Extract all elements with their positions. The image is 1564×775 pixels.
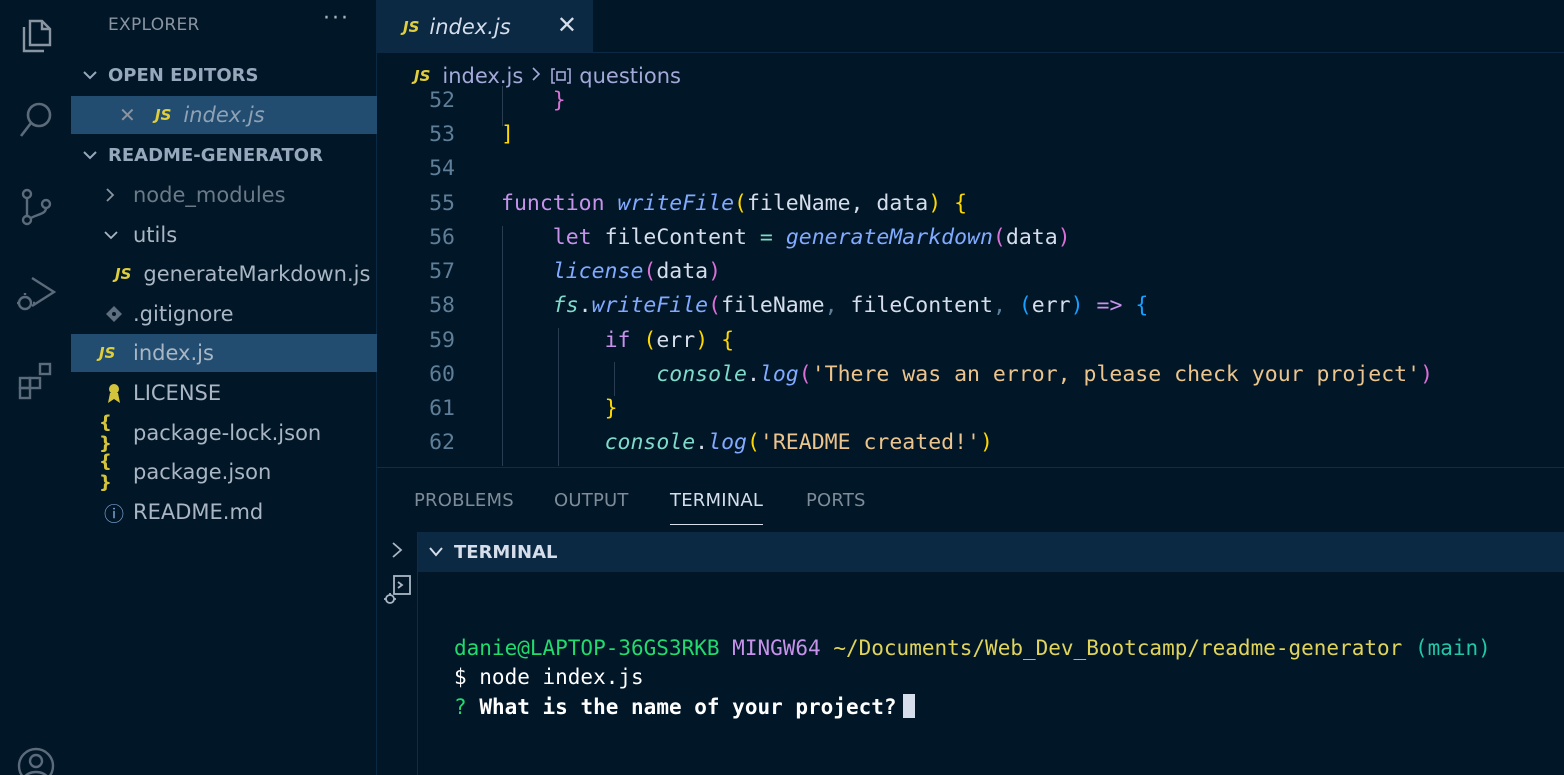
breadcrumb-symbol[interactable]: questions <box>579 64 681 88</box>
terminal-branch: (main) <box>1414 636 1491 660</box>
code-line: function writeFile(fileName, data) { <box>501 191 968 216</box>
tab-terminal[interactable]: TERMINAL <box>670 490 764 525</box>
tree-item-license[interactable]: LICENSE <box>71 374 377 412</box>
chevron-down-icon <box>428 545 444 559</box>
tree-item-package-json[interactable]: { } package.json <box>71 451 377 493</box>
tree-item-node-modules[interactable]: node_modules <box>71 176 377 214</box>
chevron-right-icon[interactable] <box>390 540 404 564</box>
bottom-panel: PROBLEMS OUTPUT TERMINAL PORTS TERMINAL … <box>377 467 1564 775</box>
terminal-question: What is the name of your project? <box>479 695 897 719</box>
tree-item-label: index.js <box>133 341 214 365</box>
terminal-prompt-line: danie@LAPTOP-36GS3RKB MINGW64 ~/Document… <box>454 636 1491 660</box>
more-actions-icon[interactable]: ··· <box>323 6 350 31</box>
chevron-down-icon <box>71 67 108 83</box>
js-file-icon: JS <box>155 106 172 124</box>
terminal-header[interactable]: TERMINAL <box>418 532 1564 572</box>
extensions-icon[interactable] <box>0 350 71 410</box>
code-editor[interactable]: 52 53 54 55 56 57 58 59 60 61 62 } ] fun… <box>377 86 1564 466</box>
js-file-icon: JS <box>99 344 116 362</box>
js-file-icon: JS <box>403 18 420 36</box>
code-line: } <box>552 88 566 113</box>
terminal-cursor <box>902 694 915 718</box>
code-line: ] <box>501 122 514 147</box>
code-line: license(data) <box>552 259 722 284</box>
code-line: console.log('README created!') <box>604 430 993 455</box>
terminal-command: $ node index.js <box>454 665 644 689</box>
tree-item-readme[interactable]: ⓘ README.md <box>71 493 377 531</box>
license-icon <box>99 382 129 404</box>
terminal-title: TERMINAL <box>454 541 558 563</box>
info-icon: ⓘ <box>104 501 124 526</box>
git-icon <box>99 305 129 323</box>
line-number: 61 <box>429 396 455 421</box>
tab-output[interactable]: OUTPUT <box>554 490 629 511</box>
tab-problems[interactable]: PROBLEMS <box>414 490 514 511</box>
tree-item-gitignore[interactable]: .gitignore <box>71 295 377 333</box>
chevron-right-icon <box>531 66 541 87</box>
tree-item-label: node_modules <box>133 183 286 207</box>
code-line: } <box>604 396 618 421</box>
open-editors-section[interactable]: OPEN EDITORS <box>71 56 377 94</box>
terminal-question-line[interactable]: ? What is the name of your project? <box>454 694 915 719</box>
tab-index-js[interactable]: JS index.js ✕ <box>377 0 593 53</box>
tree-item-generate-markdown[interactable]: JS generateMarkdown.js <box>71 255 377 293</box>
js-file-icon: JS <box>115 265 132 283</box>
terminal-path: ~/Documents/Web_Dev_Bootcamp/readme-gene… <box>833 636 1403 660</box>
project-section[interactable]: README-GENERATOR <box>71 136 377 174</box>
tree-item-label: utils <box>133 223 178 247</box>
activity-bar <box>0 0 71 775</box>
tab-label: index.js <box>429 15 511 39</box>
panel-side-rail <box>377 532 418 775</box>
terminal-user-host: danie@LAPTOP-36GS3RKB <box>454 636 720 660</box>
code-line: if (err) { <box>604 328 735 353</box>
open-editor-item[interactable]: ✕ JS index.js <box>71 96 377 134</box>
line-number: 53 <box>429 122 455 147</box>
js-file-icon: JS <box>414 67 431 85</box>
tree-item-label: README.md <box>133 500 264 524</box>
project-label: README-GENERATOR <box>108 144 323 166</box>
code-line: fs.writeFile(fileName, fileContent, (err… <box>552 293 1149 318</box>
open-editor-label: index.js <box>183 103 265 127</box>
chevron-right-icon <box>103 187 133 203</box>
explorer-sidebar: EXPLORER ··· OPEN EDITORS ✕ JS index.js … <box>71 0 377 775</box>
tree-item-label: package.json <box>133 460 272 484</box>
tree-item-package-lock[interactable]: { } package-lock.json <box>71 412 377 454</box>
tree-item-label: LICENSE <box>133 381 222 405</box>
debug-console-icon[interactable] <box>382 574 412 610</box>
json-icon: { } <box>99 451 112 493</box>
chevron-down-icon <box>71 147 108 163</box>
tree-item-utils[interactable]: utils <box>71 216 377 254</box>
symbol-array-icon <box>549 66 573 86</box>
files-icon[interactable] <box>0 5 71 65</box>
terminal-shell: MINGW64 <box>732 636 821 660</box>
close-icon[interactable]: ✕ <box>119 103 141 127</box>
line-number: 60 <box>429 362 455 387</box>
tree-item-label: .gitignore <box>133 302 234 326</box>
account-icon[interactable] <box>0 736 71 775</box>
tree-item-label: package-lock.json <box>133 421 322 445</box>
line-number: 59 <box>429 328 455 353</box>
line-number: 57 <box>429 259 455 284</box>
open-editors-label: OPEN EDITORS <box>108 64 259 86</box>
run-debug-icon[interactable] <box>0 262 71 322</box>
line-number: 56 <box>429 225 455 250</box>
line-number: 58 <box>429 293 455 318</box>
search-icon[interactable] <box>0 90 71 150</box>
line-number: 52 <box>429 88 455 113</box>
breadcrumb-file[interactable]: index.js <box>442 64 523 88</box>
close-icon[interactable]: ✕ <box>557 11 577 39</box>
chevron-down-icon <box>103 228 133 242</box>
terminal-prompt-mark: ? <box>454 695 467 719</box>
source-control-icon[interactable] <box>0 176 71 236</box>
line-number: 62 <box>429 430 455 455</box>
code-line: console.log('There was an error, please … <box>656 362 1434 387</box>
code-line: let fileContent = generateMarkdown(data) <box>552 225 1071 250</box>
tab-ports[interactable]: PORTS <box>806 490 866 511</box>
editor-tabs: JS index.js ✕ <box>377 0 1564 53</box>
json-icon: { } <box>99 412 112 454</box>
tree-item-label: generateMarkdown.js <box>143 262 371 286</box>
line-number: 55 <box>429 191 455 216</box>
tree-item-index-js[interactable]: JS index.js <box>71 334 377 372</box>
line-number: 54 <box>429 156 455 181</box>
